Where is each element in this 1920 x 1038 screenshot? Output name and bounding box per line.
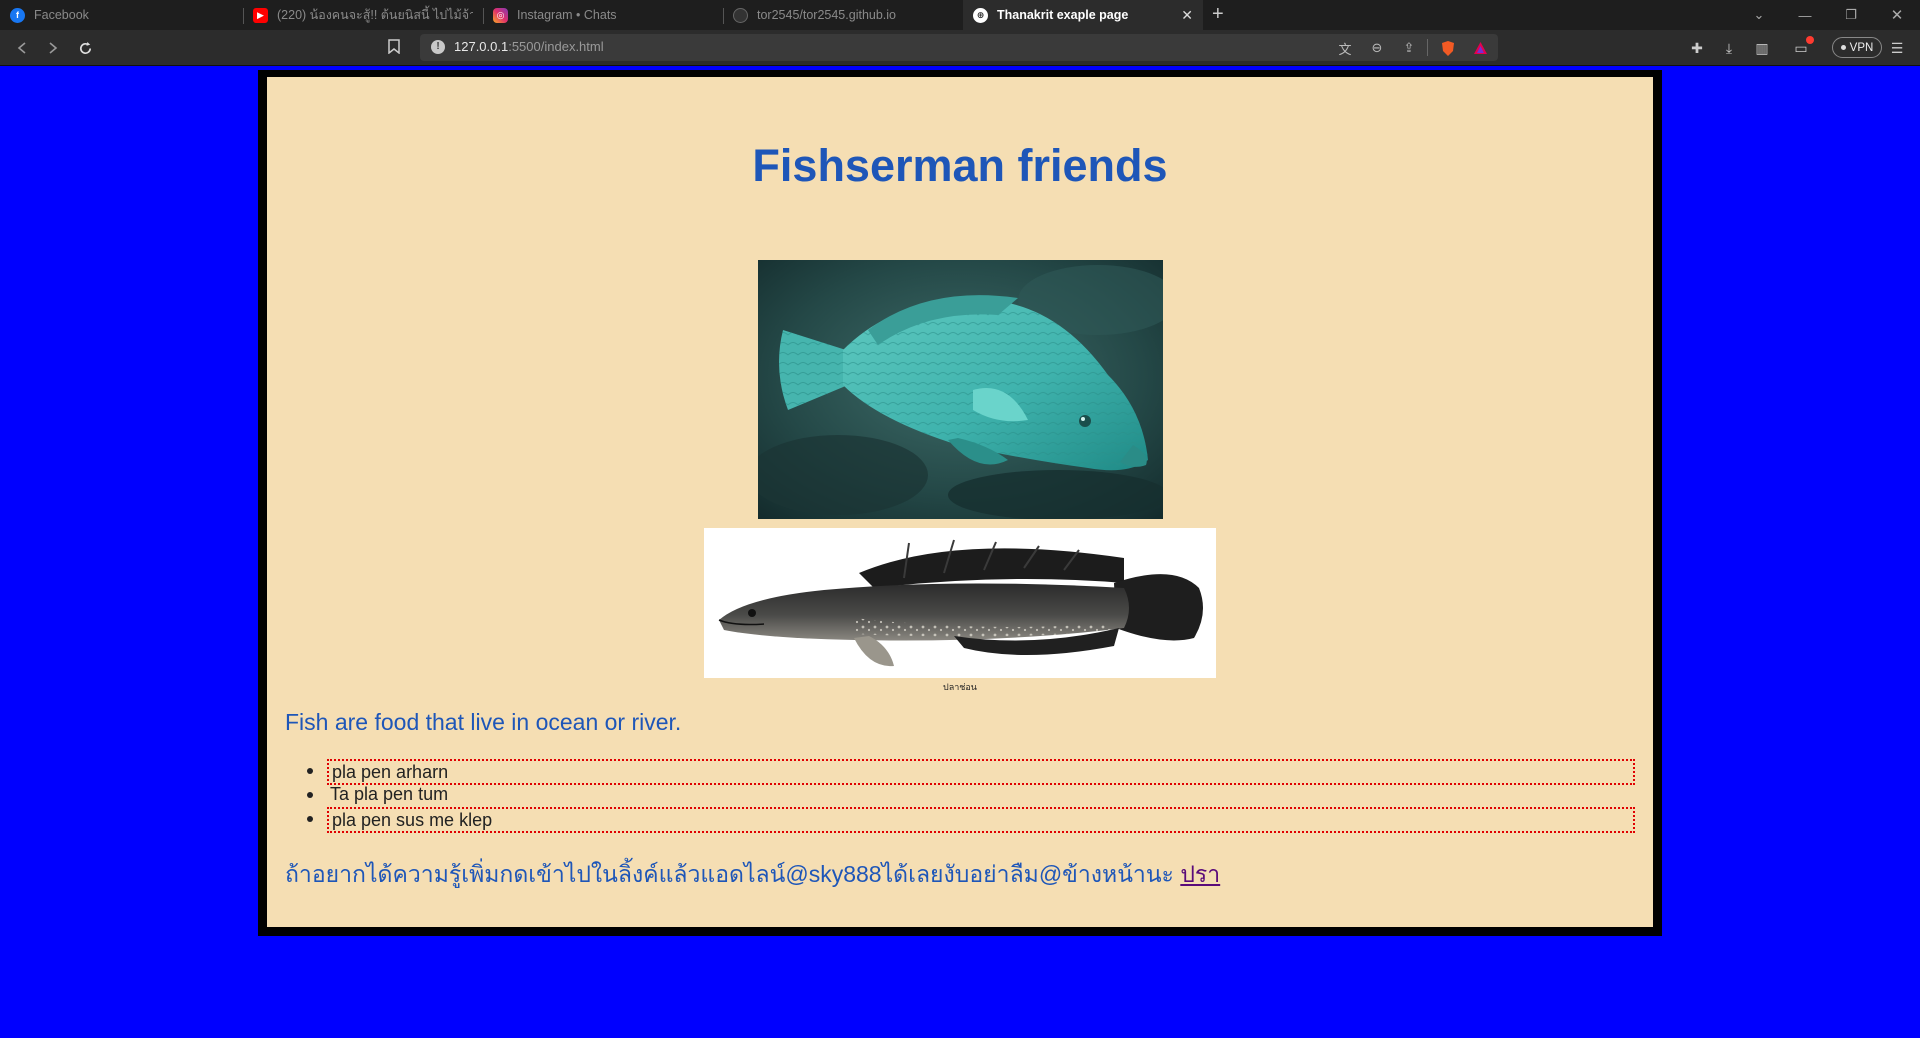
tab-github[interactable]: tor2545/tor2545.github.io	[723, 0, 963, 30]
youtube-icon: ▶	[253, 7, 268, 23]
wrasse-image	[758, 260, 1163, 519]
tab-title: Instagram • Chats	[517, 8, 617, 22]
back-arrow-icon	[17, 42, 26, 54]
forward-button[interactable]	[41, 36, 65, 60]
list-item: pla pen arharn	[307, 759, 1635, 785]
tab-facebook[interactable]: f Facebook	[0, 0, 243, 30]
tab-active-page[interactable]: ⊕ Thanakrit exaple page ✕	[963, 0, 1203, 30]
tab-instagram[interactable]: ◎ Instagram • Chats	[483, 0, 723, 30]
url-path: :5500/index.html	[508, 39, 604, 54]
tab-title: Thanakrit exaple page	[997, 8, 1129, 22]
snakehead-image	[704, 528, 1216, 678]
globe-icon: ⊕	[973, 7, 988, 23]
list-item-text: Ta pla pen tum	[330, 784, 449, 804]
instagram-icon: ◎	[493, 7, 508, 23]
thai-text: ถ้าอยากได้ความรู้เพิ่มกดเข้าไปในลิ้งค์แล…	[285, 861, 1181, 887]
fish-list: pla pen arharn Ta pla pen tum pla pen su…	[307, 759, 1635, 833]
back-button[interactable]	[10, 36, 34, 60]
tab-title: tor2545/tor2545.github.io	[757, 8, 896, 22]
tab-strip: f Facebook ▶ (220) น้องคนจะสู้!! ต้นยนิส…	[0, 0, 1920, 30]
vpn-label: VPN	[1849, 41, 1874, 54]
new-tab-button[interactable]: +	[1212, 3, 1224, 26]
intro-paragraph: Fish are food that live in ocean or rive…	[285, 709, 682, 735]
pra-link[interactable]: ปรา	[1180, 861, 1220, 887]
minimize-button[interactable]: —	[1782, 0, 1828, 30]
address-url[interactable]: 127.0.0.1:5500/index.html	[454, 39, 604, 54]
restore-button[interactable]: ❐	[1828, 0, 1874, 30]
bookmark-icon[interactable]	[388, 39, 400, 54]
extensions-icon[interactable]: ✚	[1688, 39, 1706, 57]
reload-button[interactable]	[73, 36, 97, 60]
site-info-icon[interactable]: !	[431, 40, 445, 54]
vpn-button[interactable]: VPN	[1832, 37, 1882, 58]
browser-toolbar: ! 127.0.0.1:5500/index.html 文 ⊖ ⇪ ✚ ⤓ ▥ …	[0, 30, 1920, 66]
page-frame: Fishserman friends ปลาช่อน Fish are food…	[258, 70, 1662, 936]
sidebar-icon[interactable]: ▥	[1753, 39, 1771, 57]
downloads-icon[interactable]: ⤓	[1720, 39, 1738, 57]
bullet-icon	[307, 792, 313, 798]
list-item-text: pla pen arharn	[327, 759, 1635, 785]
address-bar[interactable]: ! 127.0.0.1:5500/index.html 文 ⊖ ⇪	[420, 34, 1498, 61]
notification-badge	[1806, 36, 1814, 44]
menu-icon[interactable]: ☰	[1888, 39, 1906, 57]
forward-arrow-icon	[49, 42, 58, 54]
bullet-icon	[307, 816, 313, 822]
tab-search-icon[interactable]: ⌄	[1736, 0, 1782, 30]
tab-youtube[interactable]: ▶ (220) น้องคนจะสู้!! ต้นยนิสนี้ ไปไม้จ้…	[243, 0, 483, 30]
brave-rewards-icon[interactable]	[1471, 39, 1489, 57]
url-host: 127.0.0.1	[454, 39, 509, 54]
tab-title: Facebook	[34, 8, 89, 22]
reload-icon	[79, 41, 91, 54]
facebook-icon: f	[10, 7, 25, 23]
close-tab-icon[interactable]: ✕	[1181, 7, 1193, 24]
github-icon	[733, 7, 748, 23]
zoom-out-icon[interactable]: ⊖	[1368, 39, 1386, 57]
image-caption: ปลาช่อน	[943, 682, 977, 692]
list-item-text: pla pen sus me klep	[327, 807, 1635, 833]
page-title: Fishserman friends	[752, 140, 1168, 191]
content-card: Fishserman friends ปลาช่อน Fish are food…	[267, 77, 1653, 927]
close-window-button[interactable]: ✕	[1874, 0, 1920, 30]
bullet-icon	[307, 768, 313, 774]
share-icon[interactable]: ⇪	[1400, 39, 1418, 57]
tab-title: (220) น้องคนจะสู้!! ต้นยนิสนี้ ไปไม้จ้าใ…	[277, 8, 473, 22]
list-item: Ta pla pen tum	[307, 783, 1635, 807]
list-item: pla pen sus me klep	[307, 807, 1635, 833]
brave-shields-icon[interactable]	[1439, 39, 1457, 57]
translate-icon[interactable]: 文	[1336, 39, 1354, 57]
wallet-icon[interactable]: ▭	[1792, 36, 1814, 57]
thai-paragraph: ถ้าอยากได้ความรู้เพิ่มกดเข้าไปในลิ้งค์แล…	[285, 857, 1220, 893]
